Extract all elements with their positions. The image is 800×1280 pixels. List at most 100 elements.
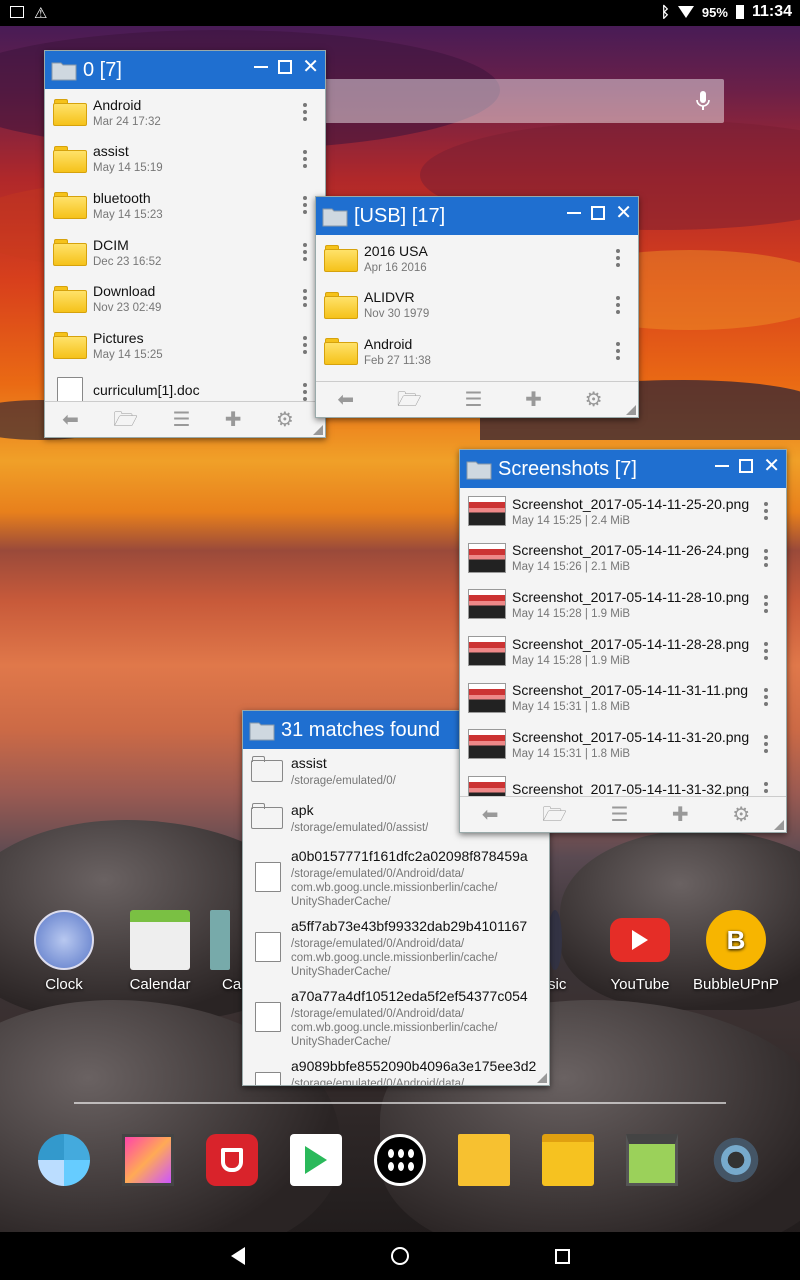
more-options-icon[interactable] [616,249,620,267]
list-item[interactable]: DCIM Dec 23 16:52 [45,229,325,276]
music-icon [548,910,562,970]
more-options-icon[interactable] [764,734,768,753]
file-icon [255,862,281,893]
search-result-item[interactable]: a70a77a4df10512eda5f2ef54377c054/storage… [243,982,549,1052]
more-options-icon[interactable] [764,548,768,567]
back-arrow-icon[interactable]: ⬅ [62,410,79,430]
window-usb[interactable]: [USB] [17] ✕ 2016 USA Apr 16 2016 ALIDVR No… [315,196,639,418]
window-screenshots[interactable]: Screenshots [7] ✕ Screenshot_2017-05-14-… [459,449,787,833]
more-options-icon[interactable] [303,382,307,401]
app-clock[interactable]: Clock [14,910,114,993]
minimize-icon[interactable] [567,212,582,214]
folder-icon [53,98,87,127]
item-name: Screenshot_2017-05-14-11-25-20.png [512,495,750,512]
more-options-icon[interactable] [303,196,307,215]
list-item[interactable]: bluetooth May 14 15:23 [45,182,325,229]
more-options-icon[interactable] [616,295,620,314]
terminal-app-icon[interactable] [626,1134,678,1186]
minimize-icon[interactable] [254,66,269,68]
list-item[interactable]: ALIDVR Nov 30 1979 [316,282,638,329]
shield-app-icon[interactable] [206,1134,258,1186]
window-internal-storage[interactable]: 0 [7] ✕ Android Mar 24 17:32 assist May 14 … [44,50,326,438]
maximize-icon[interactable] [739,459,754,473]
list-item[interactable]: Android Feb 27 11:38 [316,328,638,375]
add-icon[interactable]: ✚ [225,410,242,430]
open-folder-icon[interactable]: 🗁 [397,390,422,410]
window-title: Screenshots [7] [498,457,637,480]
camera-app-icon[interactable] [38,1134,90,1186]
resize-grip-icon[interactable] [537,1073,547,1083]
home-nav-icon[interactable] [384,1240,416,1272]
status-bar: ⚠ ᛒ 95% 11:34 [0,0,800,26]
open-folder-icon[interactable]: 🗁 [542,805,567,825]
minimize-icon[interactable] [715,465,730,467]
file-manager-icon[interactable] [542,1134,594,1186]
settings-app-icon[interactable] [710,1134,762,1186]
mic-icon[interactable] [696,91,710,111]
list-item[interactable]: Screenshot_2017-05-14-11-28-10.png May 14… [460,581,786,628]
resize-grip-icon[interactable] [774,820,784,830]
email-app-icon[interactable] [458,1134,510,1186]
window-titlebar[interactable]: Screenshots [7] ✕ [460,450,786,488]
more-options-icon[interactable] [303,289,307,308]
app-music-partial[interactable]: sic [548,910,568,993]
list-item[interactable]: Screenshot_2017-05-14-11-26-24.png May 14… [460,535,786,582]
gear-icon[interactable]: ⚙ [276,410,294,430]
app-calendar[interactable]: Calendar [110,910,210,993]
folder-icon [249,722,275,741]
back-arrow-icon[interactable]: ⬅ [482,805,499,825]
more-options-icon[interactable] [616,342,620,361]
search-result-item[interactable]: a5ff7ab73e43bf99332dab29b4101167/storage… [243,912,549,982]
list-item[interactable]: assist May 14 15:19 [45,136,325,183]
menu-list-icon[interactable]: ☰ [610,805,628,825]
list-item[interactable]: Android Mar 24 17:32 [45,89,325,136]
google-search-bar[interactable] [318,79,724,123]
close-icon[interactable]: ✕ [615,203,632,223]
more-options-icon[interactable] [764,688,768,707]
back-nav-icon[interactable] [222,1240,254,1272]
item-path: /storage/emulated/0/Android/data/ [291,868,465,881]
maximize-icon[interactable] [278,60,293,74]
more-options-icon[interactable] [303,335,307,354]
gallery-app-icon[interactable] [122,1134,174,1186]
item-path: /storage/emulated/0/Android/data/ [291,1008,465,1021]
recents-nav-icon[interactable] [546,1240,578,1272]
more-options-icon[interactable] [303,149,307,168]
app-youtube[interactable]: YouTube [590,910,690,993]
gear-icon[interactable]: ⚙ [585,390,603,410]
close-icon[interactable]: ✕ [763,456,780,476]
app-partial[interactable]: Ca [210,910,241,993]
maximize-icon[interactable] [591,206,606,220]
list-item[interactable]: Screenshot_2017-05-14-11-31-11.png May 14… [460,674,786,721]
more-options-icon[interactable] [764,641,768,660]
list-item[interactable]: Screenshot_2017-05-14-11-28-28.png May 14… [460,628,786,675]
resize-grip-icon[interactable] [313,425,323,435]
add-icon[interactable]: ✚ [672,805,689,825]
resize-grip-icon[interactable] [626,405,636,415]
calendar-icon [130,910,190,970]
back-arrow-icon[interactable]: ⬅ [337,390,354,410]
list-item[interactable]: Screenshot_2017-05-14-11-31-20.png May 14… [460,721,786,768]
list-item[interactable]: Screenshot_2017-05-14-11-25-20.png May 14… [460,488,786,535]
more-options-icon[interactable] [764,502,768,520]
item-name: DCIM [93,236,129,253]
more-options-icon[interactable] [303,242,307,261]
gear-icon[interactable]: ⚙ [732,805,750,825]
window-titlebar[interactable]: [USB] [17] ✕ [316,197,638,235]
list-item[interactable]: Download Nov 23 02:49 [45,275,325,322]
more-options-icon[interactable] [764,595,768,614]
app-bubbleupnp[interactable]: B BubbleUPnP [686,910,786,993]
open-folder-icon[interactable]: 🗁 [113,410,138,430]
menu-list-icon[interactable]: ☰ [464,390,482,410]
window-titlebar[interactable]: 0 [7] ✕ [45,51,325,89]
list-item[interactable]: Pictures May 14 15:25 [45,322,325,369]
menu-list-icon[interactable]: ☰ [172,410,190,430]
list-item[interactable]: 2016 USA Apr 16 2016 [316,235,638,282]
close-icon[interactable]: ✕ [302,57,319,77]
app-drawer-icon[interactable] [374,1134,426,1186]
search-result-item[interactable]: a9089bbfe8552090b4096a3e175ee3d2/storage… [243,1052,549,1085]
more-options-icon[interactable] [303,103,307,121]
search-result-item[interactable]: a0b0157771f161dfc2a02098f878459a/storage… [243,842,549,912]
add-icon[interactable]: ✚ [525,390,542,410]
play-store-icon[interactable] [290,1134,342,1186]
